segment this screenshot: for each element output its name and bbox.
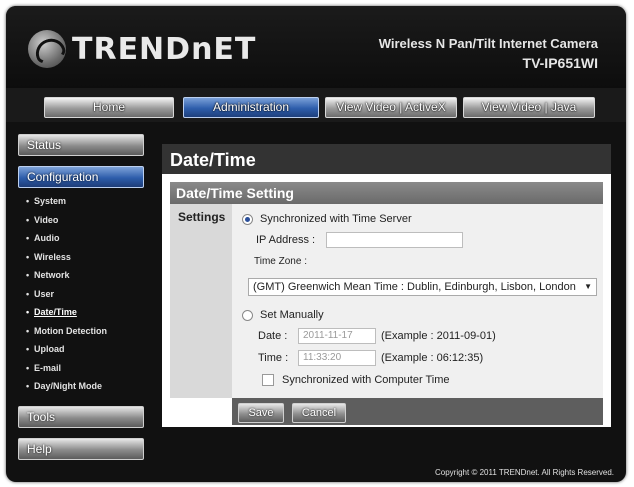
date-label: Date :: [258, 330, 288, 342]
sidebar-item-date-time[interactable]: • Date/Time: [18, 303, 144, 322]
camera-web-frame: TRENDnET Wireless N Pan/Tilt Internet Ca…: [6, 6, 626, 482]
save-button[interactable]: Save: [238, 403, 284, 423]
sync-server-radio[interactable]: [242, 213, 253, 225]
copyright: Copyright © 2011 TRENDnet. All Rights Re…: [434, 468, 614, 477]
sync-pc-row[interactable]: Synchronized with Computer Time: [262, 374, 450, 386]
timezone-select[interactable]: (GMT) Greenwich Mean Time : Dublin, Edin…: [248, 278, 597, 296]
sync-pc-checkbox[interactable]: [262, 374, 274, 386]
settings-form: Synchronized with Time Server IP Address…: [232, 204, 603, 398]
trendnet-logo: TRENDnET: [28, 30, 256, 68]
date-input[interactable]: [298, 328, 376, 344]
page-title: Date/Time: [162, 144, 611, 174]
sidebar-item-system[interactable]: • System: [18, 192, 144, 211]
sync-pc-label: Synchronized with Computer Time: [282, 374, 450, 386]
sidebar-item-motion-detection[interactable]: • Motion Detection: [18, 322, 144, 341]
header: TRENDnET Wireless N Pan/Tilt Internet Ca…: [6, 6, 626, 88]
button-bar: Save Cancel: [232, 398, 603, 425]
timezone-label-row: Time Zone :: [254, 256, 307, 267]
nav-view-video-activex-button[interactable]: View Video | ActiveX: [325, 97, 457, 118]
date-example: (Example : 2011-09-01): [381, 330, 496, 342]
sidebar-item-user[interactable]: • User: [18, 285, 144, 304]
sidebar-item-network[interactable]: • Network: [18, 266, 144, 285]
time-input[interactable]: [298, 350, 376, 366]
nav-home-button[interactable]: Home: [44, 97, 174, 118]
sync-server-option[interactable]: Synchronized with Time Server: [242, 213, 412, 225]
time-label: Time :: [258, 352, 289, 364]
sidebar-item-video[interactable]: • Video: [18, 211, 144, 230]
sidebar: Status Configuration • System • Video • Aud…: [18, 134, 144, 460]
sidebar-item-day-night-mode[interactable]: • Day/Night Mode: [18, 377, 144, 396]
top-navigation: Home Administration View Video | ActiveX…: [6, 88, 626, 122]
cancel-button[interactable]: Cancel: [292, 403, 346, 423]
sync-server-label: Synchronized with Time Server: [260, 213, 412, 225]
ip-address-row: IP Address :: [256, 232, 463, 248]
chevron-down-icon: ▼: [584, 282, 592, 291]
settings-label: Settings: [170, 204, 232, 398]
sidebar-help[interactable]: Help: [18, 437, 144, 460]
nav-view-video-java-button[interactable]: View Video | Java: [463, 97, 595, 118]
product-model: TV-IP651WI: [522, 55, 598, 71]
ip-address-input[interactable]: [326, 232, 463, 248]
sidebar-item-audio[interactable]: • Audio: [18, 229, 144, 248]
product-info: Wireless N Pan/Tilt Internet Camera TV-I…: [379, 36, 598, 71]
time-example: (Example : 06:12:35): [381, 352, 484, 364]
logo-text: TRENDnET: [72, 31, 257, 67]
product-name: Wireless N Pan/Tilt Internet Camera: [378, 36, 598, 51]
timezone-label: Time Zone :: [254, 256, 307, 267]
set-manually-option[interactable]: Set Manually: [242, 309, 324, 321]
sidebar-configuration[interactable]: Configuration: [18, 166, 144, 188]
sidebar-item-email[interactable]: • E-mail: [18, 359, 144, 378]
time-row: Time : (Example : 06:12:35): [258, 350, 483, 366]
nav-administration-button[interactable]: Administration: [183, 97, 319, 118]
sidebar-item-wireless[interactable]: • Wireless: [18, 248, 144, 267]
sidebar-item-upload[interactable]: • Upload: [18, 340, 144, 359]
set-manually-radio[interactable]: [242, 309, 253, 321]
trendnet-logo-icon: [28, 30, 66, 68]
ip-address-label: IP Address :: [256, 234, 316, 246]
set-manually-label: Set Manually: [260, 309, 324, 321]
section-title: Date/Time Setting: [170, 182, 603, 204]
sidebar-status[interactable]: Status: [18, 134, 144, 156]
date-row: Date : (Example : 2011-09-01): [258, 328, 496, 344]
configuration-menu: • System • Video • Audio • Wireless • Network…: [18, 192, 144, 396]
main-content: Date/Time Date/Time Setting Settings Syn…: [162, 144, 611, 427]
timezone-value: (GMT) Greenwich Mean Time : Dublin, Edin…: [253, 281, 576, 293]
sidebar-tools[interactable]: Tools: [18, 405, 144, 428]
